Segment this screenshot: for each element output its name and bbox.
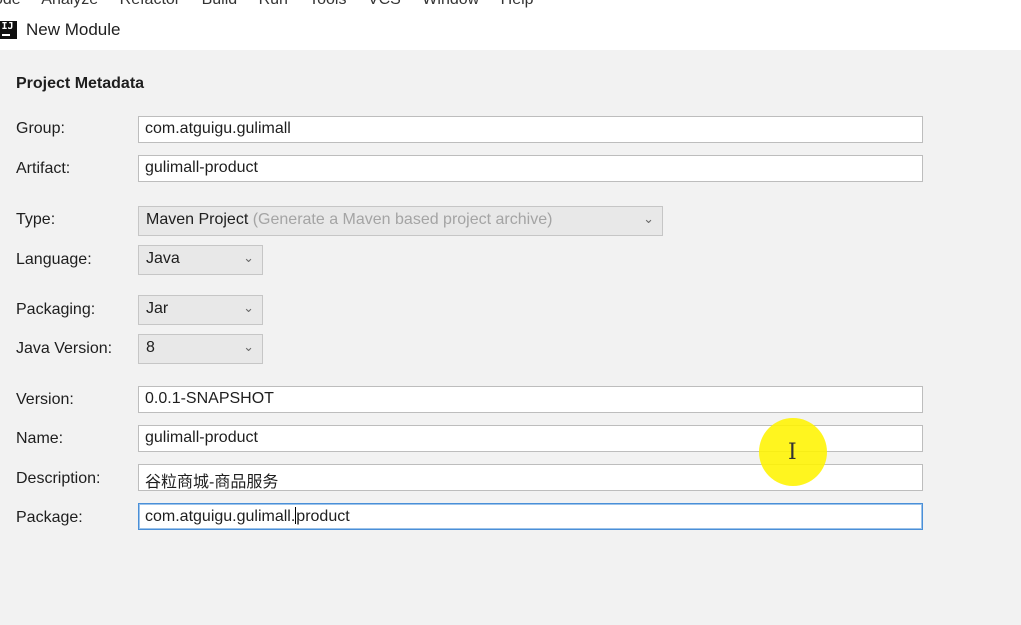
- menu-item-build[interactable]: Build: [202, 0, 238, 8]
- dialog-title-bar: IJ New Module: [0, 12, 1021, 50]
- description-label: Description:: [16, 470, 101, 487]
- dialog-title: New Module: [26, 20, 121, 39]
- chevron-down-icon: ⌄: [243, 250, 254, 265]
- package-input[interactable]: com.atguigu.gulimall.product: [138, 503, 923, 530]
- intellij-idea-icon: IJ: [0, 21, 17, 39]
- menu-item-window[interactable]: Window: [422, 0, 479, 8]
- name-label: Name:: [16, 430, 64, 447]
- artifact-input[interactable]: gulimall-product: [138, 155, 923, 182]
- java-version-label: Java Version:: [16, 340, 113, 357]
- menu-item-run[interactable]: Run: [259, 0, 288, 8]
- dialog-content: Project Metadata Group: com.atguigu.guli…: [0, 50, 1021, 625]
- menu-item-refactor[interactable]: Refactor: [120, 0, 180, 8]
- version-label: Version:: [16, 391, 74, 408]
- java-version-select-value: 8: [146, 339, 155, 356]
- section-title: Project Metadata: [16, 75, 145, 92]
- language-select-value: Java: [146, 250, 180, 267]
- java-version-select[interactable]: 8 ⌄: [138, 334, 263, 364]
- version-input[interactable]: 0.0.1-SNAPSHOT: [138, 386, 923, 413]
- menu-item-analyze[interactable]: Analyze: [41, 0, 98, 8]
- menu-item-tools[interactable]: Tools: [309, 0, 346, 8]
- chevron-down-icon: ⌄: [243, 300, 254, 315]
- chevron-down-icon: ⌄: [643, 211, 654, 226]
- menu-item-code[interactable]: ode: [0, 0, 21, 8]
- menu-item-vcs[interactable]: VCS: [368, 0, 401, 8]
- package-input-text-before-caret: com.atguigu.gulimall.: [145, 508, 296, 525]
- text-cursor-icon: I: [788, 440, 797, 465]
- language-label: Language:: [16, 251, 92, 268]
- group-input[interactable]: com.atguigu.gulimall: [138, 116, 923, 143]
- type-label: Type:: [16, 211, 56, 228]
- artifact-label: Artifact:: [16, 160, 71, 177]
- package-input-text-after-caret: product: [296, 508, 350, 525]
- menu-items: ode Analyze Refactor Build Run Tools VCS…: [0, 0, 551, 9]
- app-icon-text: IJ: [1, 21, 14, 32]
- packaging-select[interactable]: Jar ⌄: [138, 295, 263, 325]
- type-select-value: Maven Project: [146, 211, 249, 228]
- language-select[interactable]: Java ⌄: [138, 245, 263, 275]
- group-label: Group:: [16, 120, 65, 137]
- chevron-down-icon: ⌄: [243, 339, 254, 354]
- package-label: Package:: [16, 509, 83, 526]
- menu-item-help[interactable]: Help: [501, 0, 534, 8]
- packaging-select-value: Jar: [146, 300, 169, 317]
- type-select-hint: (Generate a Maven based project archive): [252, 211, 553, 228]
- packaging-label: Packaging:: [16, 301, 96, 318]
- type-select[interactable]: Maven Project (Generate a Maven based pr…: [138, 206, 663, 236]
